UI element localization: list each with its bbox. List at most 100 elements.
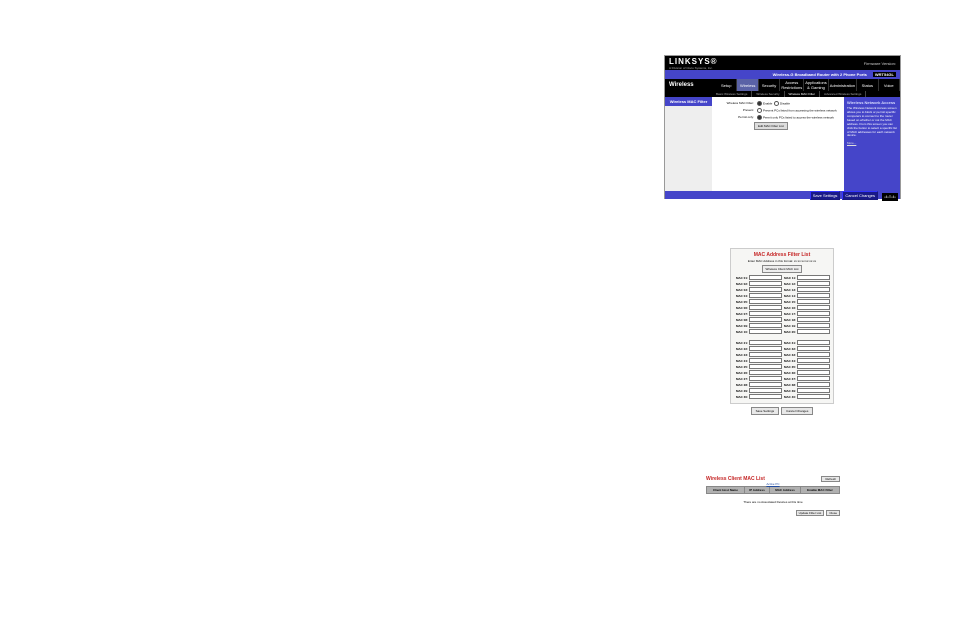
mac-label: MAC 03: <box>734 288 749 292</box>
mac-row: MAC 28:MAC 38: <box>734 382 830 387</box>
mac-label: MAC 01: <box>734 276 749 280</box>
mac-label: MAC 39: <box>782 389 797 393</box>
mac-label: MAC 16: <box>782 306 797 310</box>
cancel-button[interactable]: Cancel Changes <box>781 407 813 415</box>
tab-applications[interactable]: Applications & Gaming <box>804 79 829 91</box>
firmware-label: Firmware Version: <box>864 61 896 66</box>
mac-input[interactable] <box>749 382 782 387</box>
update-filter-button[interactable]: Update Filter List <box>796 510 825 516</box>
save-button[interactable]: Save Settings <box>751 407 780 415</box>
mac-input[interactable] <box>749 364 782 369</box>
mac-list-subtitle: Enter MAC Address in this format: xx:xx:… <box>734 259 830 263</box>
close-button[interactable]: Close <box>826 510 840 516</box>
mac-input[interactable] <box>749 394 782 399</box>
mac-input[interactable] <box>749 323 782 328</box>
mac-input[interactable] <box>797 317 830 322</box>
mac-input[interactable] <box>797 358 830 363</box>
mac-input[interactable] <box>749 370 782 375</box>
router-name: Wireless-G Broadband Router with 2 Phone… <box>773 72 867 77</box>
wireless-client-list-button[interactable]: Wireless Client MAC List <box>762 265 801 273</box>
mac-input[interactable] <box>797 364 830 369</box>
router-admin-screenshot: LINKSYS® A Division of Cisco Systems, In… <box>664 55 901 199</box>
mac-input[interactable] <box>749 346 782 351</box>
mac-input[interactable] <box>749 352 782 357</box>
mac-input[interactable] <box>797 287 830 292</box>
col-ip: IP Address <box>744 487 769 494</box>
mac-input[interactable] <box>797 352 830 357</box>
mac-input[interactable] <box>749 358 782 363</box>
mac-label: MAC 20: <box>782 330 797 334</box>
tab-wireless[interactable]: Wireless <box>737 79 758 91</box>
mac-row: MAC 23:MAC 33: <box>734 352 830 357</box>
mac-input[interactable] <box>797 382 830 387</box>
mac-input[interactable] <box>749 340 782 345</box>
mac-input[interactable] <box>797 340 830 345</box>
mac-input[interactable] <box>797 299 830 304</box>
mac-input[interactable] <box>749 287 782 292</box>
mac-input[interactable] <box>749 305 782 310</box>
cancel-button[interactable]: Cancel Changes <box>842 191 878 200</box>
mac-label: MAC 40: <box>782 395 797 399</box>
mac-row: MAC 01: MAC 11: <box>734 275 830 280</box>
refresh-button[interactable]: Refresh <box>821 476 840 482</box>
tab-administration[interactable]: Administration <box>829 79 857 91</box>
tab-voice[interactable]: Voice <box>879 79 900 91</box>
radio-enable[interactable] <box>757 101 762 106</box>
mac-label: MAC 11: <box>782 276 797 280</box>
brand-tagline: A Division of Cisco Systems, Inc. <box>669 66 718 70</box>
mac-row: MAC 27:MAC 37: <box>734 376 830 381</box>
mac-input[interactable] <box>797 329 830 334</box>
mac-input[interactable] <box>797 370 830 375</box>
mac-input[interactable] <box>797 281 830 286</box>
radio-prevent[interactable] <box>757 108 762 113</box>
radio-disable[interactable] <box>774 101 779 106</box>
mac-input[interactable] <box>797 275 830 280</box>
mac-input[interactable] <box>797 305 830 310</box>
mac-input[interactable] <box>797 311 830 316</box>
mac-input[interactable] <box>749 329 782 334</box>
mac-input[interactable] <box>797 323 830 328</box>
mac-input[interactable] <box>797 376 830 381</box>
mac-label: MAC 34: <box>782 359 797 363</box>
edit-mac-list-button[interactable]: Edit MAC Filter List <box>754 122 788 130</box>
mac-input[interactable] <box>749 281 782 286</box>
client-list-title: Wireless Client MAC List <box>706 476 765 482</box>
mac-row: MAC 06:MAC 16: <box>734 305 830 310</box>
mac-input[interactable] <box>797 388 830 393</box>
tab-security[interactable]: Security <box>759 79 780 91</box>
mac-input[interactable] <box>749 293 782 298</box>
save-button[interactable]: Save Settings <box>810 191 841 200</box>
mac-input[interactable] <box>797 394 830 399</box>
footer-bar: Save Settings Cancel Changes <box>665 191 900 199</box>
prevent-label: Prevent: <box>716 108 757 113</box>
mac-input[interactable] <box>749 275 782 280</box>
mac-label: MAC 15: <box>782 300 797 304</box>
tab-access-restrictions[interactable]: Access Restrictions <box>780 79 804 91</box>
section-title: Wireless <box>665 79 716 91</box>
mac-label: MAC 24: <box>734 359 749 363</box>
tab-status[interactable]: Status <box>857 79 878 91</box>
mac-label: MAC 18: <box>782 318 797 322</box>
mac-label: MAC 35: <box>782 365 797 369</box>
radio-permit[interactable] <box>757 115 762 120</box>
mac-input[interactable] <box>749 311 782 316</box>
mac-row: MAC 09:MAC 19: <box>734 323 830 328</box>
mac-input[interactable] <box>749 388 782 393</box>
help-more-link[interactable]: More... <box>847 142 897 146</box>
mac-block-2: MAC 21:MAC 31:MAC 22:MAC 32:MAC 23:MAC 3… <box>734 340 830 399</box>
mac-input[interactable] <box>797 346 830 351</box>
model-badge: WRT54GL <box>873 72 896 77</box>
mac-label: MAC 25: <box>734 365 749 369</box>
mac-row: MAC 08:MAC 18: <box>734 317 830 322</box>
mac-label: MAC 27: <box>734 377 749 381</box>
mac-input[interactable] <box>749 317 782 322</box>
mac-label: MAC 10: <box>734 330 749 334</box>
mac-input[interactable] <box>749 376 782 381</box>
mac-input[interactable] <box>797 293 830 298</box>
help-panel: Wireless Network Access The Wireless Net… <box>844 97 900 191</box>
tab-setup[interactable]: Setup <box>716 79 737 91</box>
mac-row: MAC 30:MAC 40: <box>734 394 830 399</box>
mac-input[interactable] <box>749 299 782 304</box>
permit-label: Permit only: <box>716 115 757 120</box>
mac-label: MAC 26: <box>734 371 749 375</box>
